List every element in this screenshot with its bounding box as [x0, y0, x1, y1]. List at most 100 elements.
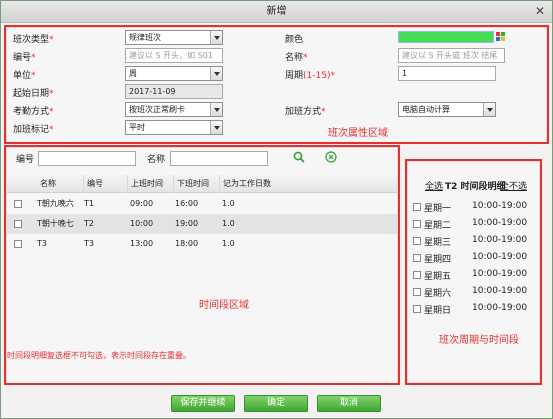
add-shift-dialog: 新增 ✕ 班次类型* 规律班次 颜色 编号* 建议以 S 开头，如 S01 名称…	[0, 0, 553, 419]
code-input[interactable]: 建议以 S 开头，如 S01	[125, 48, 223, 63]
weekday-checkbox[interactable]	[413, 271, 421, 279]
row-code: T1	[84, 199, 94, 208]
weekday-row[interactable]: 星期二 10:00-19:00	[408, 216, 539, 232]
row-start: 13:00	[130, 239, 154, 248]
weekday-label: 星期一	[424, 204, 452, 214]
period-label: 周期(1-15)*	[285, 71, 335, 81]
col-end: 下班时间	[173, 175, 219, 193]
weekday-row[interactable]: 星期日 10:00-19:00	[408, 301, 539, 317]
weekday-time: 10:00-19:00	[472, 269, 528, 279]
table-row[interactable]: T朝九晚六 T1 09:00 16:00 1.0	[7, 194, 397, 214]
color-picker-icon[interactable]	[496, 32, 505, 41]
save-continue-button[interactable]: 保存并继续	[171, 395, 235, 412]
attendance-mode-select[interactable]: 按班次正常刷卡	[125, 102, 223, 117]
search-name-input[interactable]	[170, 151, 268, 166]
chevron-down-icon	[210, 31, 222, 44]
code-label: 编号*	[13, 53, 36, 63]
table-row[interactable]: T朝十晚七 T2 10:00 19:00 1.0	[7, 214, 397, 234]
row-end: 18:00	[175, 239, 199, 248]
start-date-field: 2017-11-09	[125, 84, 223, 99]
weekday-time: 10:00-19:00	[472, 252, 528, 262]
unit-select[interactable]: 周	[125, 66, 223, 81]
weekday-checkbox[interactable]	[413, 254, 421, 262]
chevron-down-icon	[210, 103, 222, 116]
weekday-time: 10:00-19:00	[472, 235, 528, 245]
search-icon[interactable]	[293, 151, 305, 163]
row-code: T2	[84, 219, 94, 228]
row-name: T朝九晚六	[37, 199, 74, 208]
weekday-row[interactable]: 星期一 10:00-19:00	[408, 199, 539, 215]
search-code-input[interactable]	[38, 151, 136, 166]
cancel-button[interactable]: 取消	[317, 395, 381, 412]
weekday-time: 10:00-19:00	[472, 286, 528, 296]
weekday-label: 星期四	[424, 255, 452, 265]
row-days: 1.0	[222, 199, 235, 208]
shift-type-label: 班次类型*	[13, 35, 54, 45]
row-start: 09:00	[130, 199, 154, 208]
weekday-label: 星期三	[424, 238, 452, 248]
name-label: 名称*	[285, 53, 308, 63]
detail-title: T2 时间段明细	[445, 182, 506, 192]
weekday-checkbox[interactable]	[413, 305, 421, 313]
color-swatch[interactable]	[398, 31, 494, 43]
timeslot-table-header: 名称 编号 上班时间 下班时间 记为工作日数	[7, 175, 397, 193]
row-checkbox[interactable]	[14, 220, 22, 228]
close-icon[interactable]: ✕	[532, 4, 548, 19]
col-code: 编号	[83, 175, 127, 193]
overtime-mode-label: 加班方式*	[285, 107, 326, 117]
row-checkbox[interactable]	[14, 200, 22, 208]
weekday-row[interactable]: 星期六 10:00-19:00	[408, 284, 539, 300]
timeslot-region-label: 时间段区域	[199, 300, 249, 311]
period-input[interactable]: 1	[398, 66, 496, 81]
col-days: 记为工作日数	[219, 175, 279, 193]
weekday-label: 星期六	[424, 289, 452, 299]
dialog-title: 新增	[266, 6, 287, 17]
weekday-time: 10:00-19:00	[472, 218, 528, 228]
overlap-warning: 时间段明细复选框不可勾选，表示时间段存在重叠。	[7, 351, 191, 360]
overtime-mark-label: 加班标记*	[13, 125, 54, 135]
weekday-row[interactable]: 星期四 10:00-19:00	[408, 250, 539, 266]
weekday-checkbox[interactable]	[413, 203, 421, 211]
weekday-label: 星期五	[424, 272, 452, 282]
search-code-label: 编号	[16, 155, 35, 165]
row-start: 10:00	[130, 219, 154, 228]
period-region-label: 班次周期与时间段	[439, 335, 519, 346]
attendance-mode-label: 考勤方式*	[13, 107, 54, 117]
overtime-mark-select[interactable]: 平时	[125, 120, 223, 135]
shift-attributes-panel: 班次类型* 规律班次 颜色 编号* 建议以 S 开头，如 S01 名称* 建议以…	[6, 27, 547, 143]
row-code: T3	[84, 239, 94, 248]
weekday-checkbox[interactable]	[413, 237, 421, 245]
table-row[interactable]: T3 T3 13:00 18:00 1.0	[7, 234, 397, 254]
search-name-label: 名称	[147, 155, 166, 165]
col-name: 名称	[40, 179, 56, 188]
chevron-down-icon	[483, 103, 495, 116]
select-all-link[interactable]: 全选	[425, 179, 443, 192]
select-none-link[interactable]: 全不选	[500, 179, 527, 192]
weekday-row[interactable]: 星期三 10:00-19:00	[408, 233, 539, 249]
ok-button[interactable]: 确定	[244, 395, 308, 412]
weekday-time: 10:00-19:00	[472, 201, 528, 211]
chevron-down-icon	[210, 67, 222, 80]
weekday-row[interactable]: 星期五 10:00-19:00	[408, 267, 539, 283]
row-days: 1.0	[222, 219, 235, 228]
col-start: 上班时间	[127, 175, 173, 193]
row-checkbox[interactable]	[14, 240, 22, 248]
start-date-label: 起始日期*	[13, 89, 54, 99]
timeslot-panel: 编号 名称 名称 编号 上班时间 下班时间 记为工作日数 T朝九晚六 T1 09…	[6, 147, 398, 385]
period-detail-panel: 全选 T2 时间段明细 全不选 星期一 10:00-19:00 星期二 10:00-…	[407, 161, 540, 383]
overtime-mode-select[interactable]: 电脑自动计算	[398, 102, 496, 117]
weekday-label: 星期二	[424, 221, 452, 231]
chevron-down-icon	[210, 121, 222, 134]
weekday-label: 星期日	[424, 306, 452, 316]
weekday-checkbox[interactable]	[413, 288, 421, 296]
row-days: 1.0	[222, 239, 235, 248]
weekday-checkbox[interactable]	[413, 220, 421, 228]
clear-icon[interactable]	[325, 151, 337, 163]
row-end: 16:00	[175, 199, 199, 208]
shift-type-select[interactable]: 规律班次	[125, 30, 223, 45]
color-label: 颜色	[285, 35, 304, 45]
dialog-titlebar: 新增 ✕	[1, 1, 552, 23]
unit-label: 单位*	[13, 71, 36, 81]
weekday-time: 10:00-19:00	[472, 303, 528, 313]
name-input[interactable]: 建议以 S 开头或 班次 结尾	[398, 48, 505, 63]
